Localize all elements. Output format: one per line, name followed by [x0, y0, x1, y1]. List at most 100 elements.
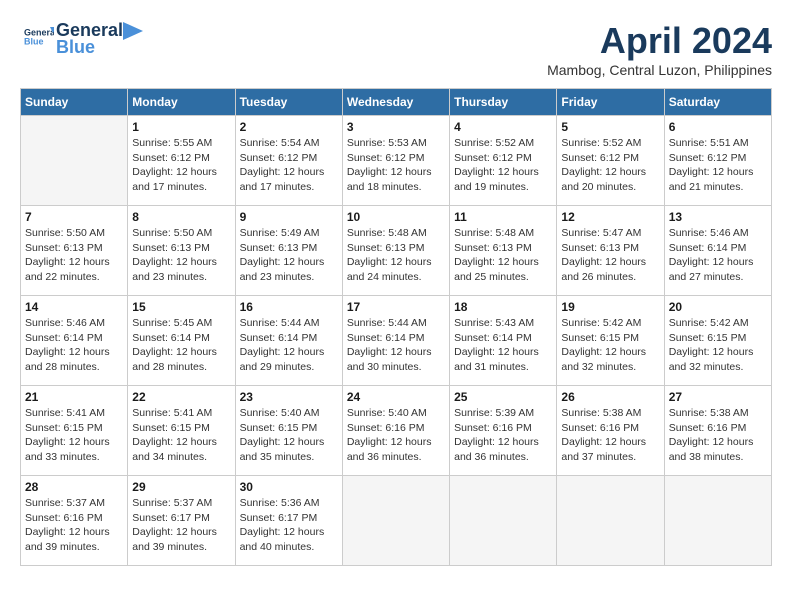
day-number: 7 — [25, 210, 123, 224]
day-number: 30 — [240, 480, 338, 494]
logo-icon: General Blue — [24, 22, 54, 52]
calendar-cell: 12Sunrise: 5:47 AMSunset: 6:13 PMDayligh… — [557, 206, 664, 296]
calendar-cell — [342, 476, 449, 566]
day-info: Sunrise: 5:40 AMSunset: 6:15 PMDaylight:… — [240, 406, 338, 465]
day-info: Sunrise: 5:38 AMSunset: 6:16 PMDaylight:… — [669, 406, 767, 465]
page-header: General Blue General Blue April 2024 Mam… — [20, 20, 772, 78]
calendar-cell: 30 Sunrise: 5:36 AMSunset: 6:17 PMDayligh… — [235, 476, 342, 566]
day-number: 2 — [240, 120, 338, 134]
calendar-cell: 21 Sunrise: 5:41 AMSunset: 6:15 PMDayligh… — [21, 386, 128, 476]
calendar-table: SundayMondayTuesdayWednesdayThursdayFrid… — [20, 88, 772, 566]
calendar-cell: 3Sunrise: 5:53 AMSunset: 6:12 PMDaylight… — [342, 116, 449, 206]
location-label: Mambog, Central Luzon, Philippines — [547, 62, 772, 78]
day-number: 9 — [240, 210, 338, 224]
calendar-cell: 27 Sunrise: 5:38 AMSunset: 6:16 PMDayligh… — [664, 386, 771, 476]
day-info: Sunrise: 5:41 AMSunset: 6:15 PMDaylight:… — [132, 406, 230, 465]
weekday-header-monday: Monday — [128, 89, 235, 116]
calendar-cell — [21, 116, 128, 206]
logo-arrow-icon — [123, 22, 143, 40]
day-info: Sunrise: 5:44 AMSunset: 6:14 PMDaylight:… — [240, 316, 338, 375]
calendar-cell: 28 Sunrise: 5:37 AMSunset: 6:16 PMDayligh… — [21, 476, 128, 566]
svg-text:General: General — [24, 27, 54, 37]
calendar-cell — [450, 476, 557, 566]
day-info: Sunrise: 5:36 AMSunset: 6:17 PMDaylight:… — [240, 496, 338, 555]
calendar-cell: 6 Sunrise: 5:51 AMSunset: 6:12 PMDaylight… — [664, 116, 771, 206]
day-info: Sunrise: 5:37 AMSunset: 6:16 PMDaylight:… — [25, 496, 123, 555]
calendar-cell: 7 Sunrise: 5:50 AMSunset: 6:13 PMDaylight… — [21, 206, 128, 296]
calendar-cell: 22 Sunrise: 5:41 AMSunset: 6:15 PMDayligh… — [128, 386, 235, 476]
calendar-cell: 15Sunrise: 5:45 AMSunset: 6:14 PMDayligh… — [128, 296, 235, 386]
day-number: 22 — [132, 390, 230, 404]
calendar-cell: 16Sunrise: 5:44 AMSunset: 6:14 PMDayligh… — [235, 296, 342, 386]
day-number: 1 — [132, 120, 230, 134]
calendar-cell: 26 Sunrise: 5:38 AMSunset: 6:16 PMDayligh… — [557, 386, 664, 476]
calendar-cell: 25Sunrise: 5:39 AMSunset: 6:16 PMDayligh… — [450, 386, 557, 476]
title-block: April 2024 Mambog, Central Luzon, Philip… — [547, 20, 772, 78]
calendar-week-1: 1 Sunrise: 5:55 AMSunset: 6:12 PMDaylight… — [21, 116, 772, 206]
month-title: April 2024 — [547, 20, 772, 62]
weekday-header-tuesday: Tuesday — [235, 89, 342, 116]
calendar-cell: 18 Sunrise: 5:43 AMSunset: 6:14 PMDayligh… — [450, 296, 557, 386]
calendar-cell: 24 Sunrise: 5:40 AMSunset: 6:16 PMDayligh… — [342, 386, 449, 476]
day-number: 4 — [454, 120, 552, 134]
day-info: Sunrise: 5:52 AMSunset: 6:12 PMDaylight:… — [561, 136, 659, 195]
day-info: Sunrise: 5:43 AMSunset: 6:14 PMDaylight:… — [454, 316, 552, 375]
weekday-header-wednesday: Wednesday — [342, 89, 449, 116]
day-info: Sunrise: 5:38 AMSunset: 6:16 PMDaylight:… — [561, 406, 659, 465]
calendar-cell: 13 Sunrise: 5:46 AMSunset: 6:14 PMDayligh… — [664, 206, 771, 296]
day-number: 6 — [669, 120, 767, 134]
weekday-header-saturday: Saturday — [664, 89, 771, 116]
day-number: 26 — [561, 390, 659, 404]
day-number: 3 — [347, 120, 445, 134]
calendar-week-3: 14 Sunrise: 5:46 AMSunset: 6:14 PMDayligh… — [21, 296, 772, 386]
calendar-week-2: 7 Sunrise: 5:50 AMSunset: 6:13 PMDaylight… — [21, 206, 772, 296]
day-number: 24 — [347, 390, 445, 404]
day-number: 28 — [25, 480, 123, 494]
day-info: Sunrise: 5:48 AMSunset: 6:13 PMDaylight:… — [454, 226, 552, 285]
day-info: Sunrise: 5:45 AMSunset: 6:14 PMDaylight:… — [132, 316, 230, 375]
calendar-cell: 2 Sunrise: 5:54 AMSunset: 6:12 PMDaylight… — [235, 116, 342, 206]
calendar-cell: 10Sunrise: 5:48 AMSunset: 6:13 PMDayligh… — [342, 206, 449, 296]
day-info: Sunrise: 5:50 AMSunset: 6:13 PMDaylight:… — [25, 226, 123, 285]
logo: General Blue General Blue — [20, 20, 143, 58]
calendar-cell — [557, 476, 664, 566]
day-info: Sunrise: 5:52 AMSunset: 6:12 PMDaylight:… — [454, 136, 552, 195]
day-info: Sunrise: 5:55 AMSunset: 6:12 PMDaylight:… — [132, 136, 230, 195]
calendar-cell: 29Sunrise: 5:37 AMSunset: 6:17 PMDayligh… — [128, 476, 235, 566]
day-number: 8 — [132, 210, 230, 224]
calendar-cell: 11 Sunrise: 5:48 AMSunset: 6:13 PMDayligh… — [450, 206, 557, 296]
calendar-cell: 1 Sunrise: 5:55 AMSunset: 6:12 PMDaylight… — [128, 116, 235, 206]
day-info: Sunrise: 5:51 AMSunset: 6:12 PMDaylight:… — [669, 136, 767, 195]
day-number: 18 — [454, 300, 552, 314]
calendar-cell: 4 Sunrise: 5:52 AMSunset: 6:12 PMDaylight… — [450, 116, 557, 206]
day-number: 13 — [669, 210, 767, 224]
calendar-week-4: 21 Sunrise: 5:41 AMSunset: 6:15 PMDayligh… — [21, 386, 772, 476]
day-number: 11 — [454, 210, 552, 224]
day-info: Sunrise: 5:48 AMSunset: 6:13 PMDaylight:… — [347, 226, 445, 285]
calendar-header-row: SundayMondayTuesdayWednesdayThursdayFrid… — [21, 89, 772, 116]
calendar-cell: 20Sunrise: 5:42 AMSunset: 6:15 PMDayligh… — [664, 296, 771, 386]
day-number: 21 — [25, 390, 123, 404]
day-number: 14 — [25, 300, 123, 314]
calendar-week-5: 28 Sunrise: 5:37 AMSunset: 6:16 PMDayligh… — [21, 476, 772, 566]
day-number: 17 — [347, 300, 445, 314]
calendar-cell: 8Sunrise: 5:50 AMSunset: 6:13 PMDaylight… — [128, 206, 235, 296]
day-info: Sunrise: 5:41 AMSunset: 6:15 PMDaylight:… — [25, 406, 123, 465]
day-info: Sunrise: 5:54 AMSunset: 6:12 PMDaylight:… — [240, 136, 338, 195]
day-info: Sunrise: 5:46 AMSunset: 6:14 PMDaylight:… — [669, 226, 767, 285]
svg-text:Blue: Blue — [24, 36, 44, 46]
day-number: 27 — [669, 390, 767, 404]
calendar-cell — [664, 476, 771, 566]
day-number: 19 — [561, 300, 659, 314]
day-number: 5 — [561, 120, 659, 134]
calendar-cell: 17Sunrise: 5:44 AMSunset: 6:14 PMDayligh… — [342, 296, 449, 386]
day-info: Sunrise: 5:42 AMSunset: 6:15 PMDaylight:… — [561, 316, 659, 375]
calendar-cell: 19 Sunrise: 5:42 AMSunset: 6:15 PMDayligh… — [557, 296, 664, 386]
calendar-cell: 23Sunrise: 5:40 AMSunset: 6:15 PMDayligh… — [235, 386, 342, 476]
day-info: Sunrise: 5:37 AMSunset: 6:17 PMDaylight:… — [132, 496, 230, 555]
day-info: Sunrise: 5:46 AMSunset: 6:14 PMDaylight:… — [25, 316, 123, 375]
weekday-header-thursday: Thursday — [450, 89, 557, 116]
weekday-header-friday: Friday — [557, 89, 664, 116]
day-info: Sunrise: 5:40 AMSunset: 6:16 PMDaylight:… — [347, 406, 445, 465]
calendar-cell: 9Sunrise: 5:49 AMSunset: 6:13 PMDaylight… — [235, 206, 342, 296]
